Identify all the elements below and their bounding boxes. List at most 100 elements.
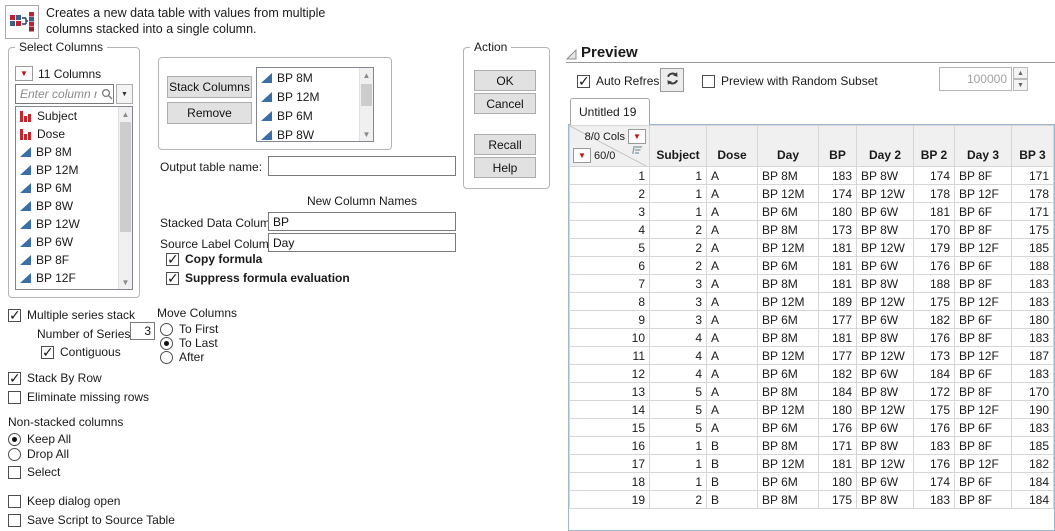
column-header-day3[interactable]: Day 3 (955, 126, 1012, 167)
cell-bp2[interactable]: 181 (914, 203, 955, 221)
cell-dose[interactable]: A (707, 203, 758, 221)
cell-day2[interactable]: BP 8W (857, 167, 914, 185)
cell-dose[interactable]: A (707, 347, 758, 365)
cell-bp2[interactable]: 172 (914, 383, 955, 401)
to-last-radio[interactable]: To Last (160, 336, 218, 350)
cell-bp[interactable]: 181 (819, 329, 857, 347)
cell-bp[interactable]: 177 (819, 347, 857, 365)
stack-columns-button[interactable]: Stack Columns (167, 76, 252, 98)
cell-dose[interactable]: A (707, 293, 758, 311)
cell-bp3[interactable]: 175 (1012, 221, 1054, 239)
cell-day3[interactable]: BP 6F (955, 203, 1012, 221)
cell-day[interactable]: BP 6M (758, 419, 819, 437)
cell-day2[interactable]: BP 8W (857, 383, 914, 401)
column-list-item[interactable]: BP 8W (16, 197, 132, 215)
cell-bp2[interactable]: 170 (914, 221, 955, 239)
search-filter-dropdown-button[interactable]: ▼ (116, 84, 133, 104)
cell-day[interactable]: BP 12M (758, 455, 819, 473)
column-header-subject[interactable]: Subject (650, 126, 707, 167)
cell-day2[interactable]: BP 6W (857, 203, 914, 221)
cell-bp2[interactable]: 174 (914, 473, 955, 491)
cell-day[interactable]: BP 6M (758, 365, 819, 383)
cell-day[interactable]: BP 12M (758, 293, 819, 311)
cell-day3[interactable]: BP 12F (955, 185, 1012, 203)
columns-red-triangle-icon[interactable] (628, 129, 646, 144)
cell-bp2[interactable]: 183 (914, 491, 955, 509)
cell-subject[interactable]: 3 (650, 293, 707, 311)
cell-bp2[interactable]: 176 (914, 419, 955, 437)
cell-day2[interactable]: BP 8W (857, 275, 914, 293)
cell-subject[interactable]: 3 (650, 275, 707, 293)
cell-bp3[interactable]: 188 (1012, 257, 1054, 275)
row-number[interactable]: 4 (570, 221, 650, 239)
cell-dose[interactable]: B (707, 455, 758, 473)
cell-bp[interactable]: 175 (819, 491, 857, 509)
cell-subject[interactable]: 4 (650, 329, 707, 347)
cell-day[interactable]: BP 12M (758, 185, 819, 203)
cell-bp[interactable]: 181 (819, 257, 857, 275)
help-button[interactable]: Help (474, 157, 536, 178)
cell-day[interactable]: BP 8M (758, 437, 819, 455)
row-number[interactable]: 14 (570, 401, 650, 419)
to-first-radio[interactable]: To First (160, 322, 218, 336)
cell-day[interactable]: BP 6M (758, 203, 819, 221)
cell-day[interactable]: BP 12M (758, 347, 819, 365)
cell-dose[interactable]: A (707, 383, 758, 401)
cell-bp3[interactable]: 183 (1012, 365, 1054, 383)
cell-dose[interactable]: A (707, 401, 758, 419)
cell-subject[interactable]: 1 (650, 473, 707, 491)
cell-bp3[interactable]: 187 (1012, 347, 1054, 365)
cell-dose[interactable]: A (707, 167, 758, 185)
preview-disclosure-icon[interactable] (566, 49, 577, 63)
source-columns-list[interactable]: ▲ ▼ Subject Dose BP 8M BP 12M (15, 106, 133, 290)
cell-bp3[interactable]: 184 (1012, 473, 1054, 491)
cell-bp[interactable]: 181 (819, 239, 857, 257)
cell-bp3[interactable]: 184 (1012, 491, 1054, 509)
cell-bp2[interactable]: 175 (914, 401, 955, 419)
spinner-up-button[interactable]: ▲ (1013, 67, 1028, 79)
cell-day2[interactable]: BP 8W (857, 221, 914, 239)
cell-day[interactable]: BP 12M (758, 401, 819, 419)
cell-subject[interactable]: 4 (650, 365, 707, 383)
cell-bp3[interactable]: 183 (1012, 275, 1054, 293)
cell-bp2[interactable]: 175 (914, 293, 955, 311)
row-number[interactable]: 11 (570, 347, 650, 365)
cell-dose[interactable]: A (707, 221, 758, 239)
column-header-bp[interactable]: BP (819, 126, 857, 167)
cell-dose[interactable]: A (707, 365, 758, 383)
multiple-series-checkbox[interactable]: Multiple series stack (8, 308, 135, 322)
cell-day3[interactable]: BP 8F (955, 275, 1012, 293)
cell-dose[interactable]: B (707, 437, 758, 455)
cell-day3[interactable]: BP 12F (955, 401, 1012, 419)
cell-day3[interactable]: BP 6F (955, 257, 1012, 275)
after-radio[interactable]: After (160, 350, 204, 364)
column-header-bp3[interactable]: BP 3 (1012, 126, 1054, 167)
spinner-down-button[interactable]: ▼ (1013, 79, 1028, 91)
cell-bp2[interactable]: 182 (914, 311, 955, 329)
cell-subject[interactable]: 5 (650, 401, 707, 419)
cell-bp2[interactable]: 183 (914, 437, 955, 455)
cell-dose[interactable]: A (707, 419, 758, 437)
cell-bp[interactable]: 174 (819, 185, 857, 203)
cell-day2[interactable]: BP 8W (857, 329, 914, 347)
stacked-data-column-input[interactable] (268, 212, 456, 231)
cell-day2[interactable]: BP 6W (857, 419, 914, 437)
cancel-button[interactable]: Cancel (474, 93, 536, 114)
cell-day3[interactable]: BP 8F (955, 437, 1012, 455)
column-list-item[interactable]: BP 8F (16, 251, 132, 269)
copy-formula-checkbox[interactable]: Copy formula (166, 252, 262, 266)
row-number[interactable]: 3 (570, 203, 650, 221)
cell-day[interactable]: BP 8M (758, 167, 819, 185)
stacked-column-item[interactable]: BP 8W (257, 125, 373, 142)
cell-dose[interactable]: A (707, 275, 758, 293)
cell-subject[interactable]: 2 (650, 239, 707, 257)
cell-bp2[interactable]: 188 (914, 275, 955, 293)
recall-button[interactable]: Recall (474, 134, 536, 155)
eliminate-missing-checkbox[interactable]: Eliminate missing rows (8, 390, 149, 404)
cell-bp2[interactable]: 176 (914, 257, 955, 275)
cell-subject[interactable]: 1 (650, 437, 707, 455)
column-search-input[interactable] (15, 84, 114, 104)
cell-bp[interactable]: 180 (819, 203, 857, 221)
cell-subject[interactable]: 2 (650, 257, 707, 275)
columns-menu[interactable]: 11 Columns (15, 66, 101, 81)
